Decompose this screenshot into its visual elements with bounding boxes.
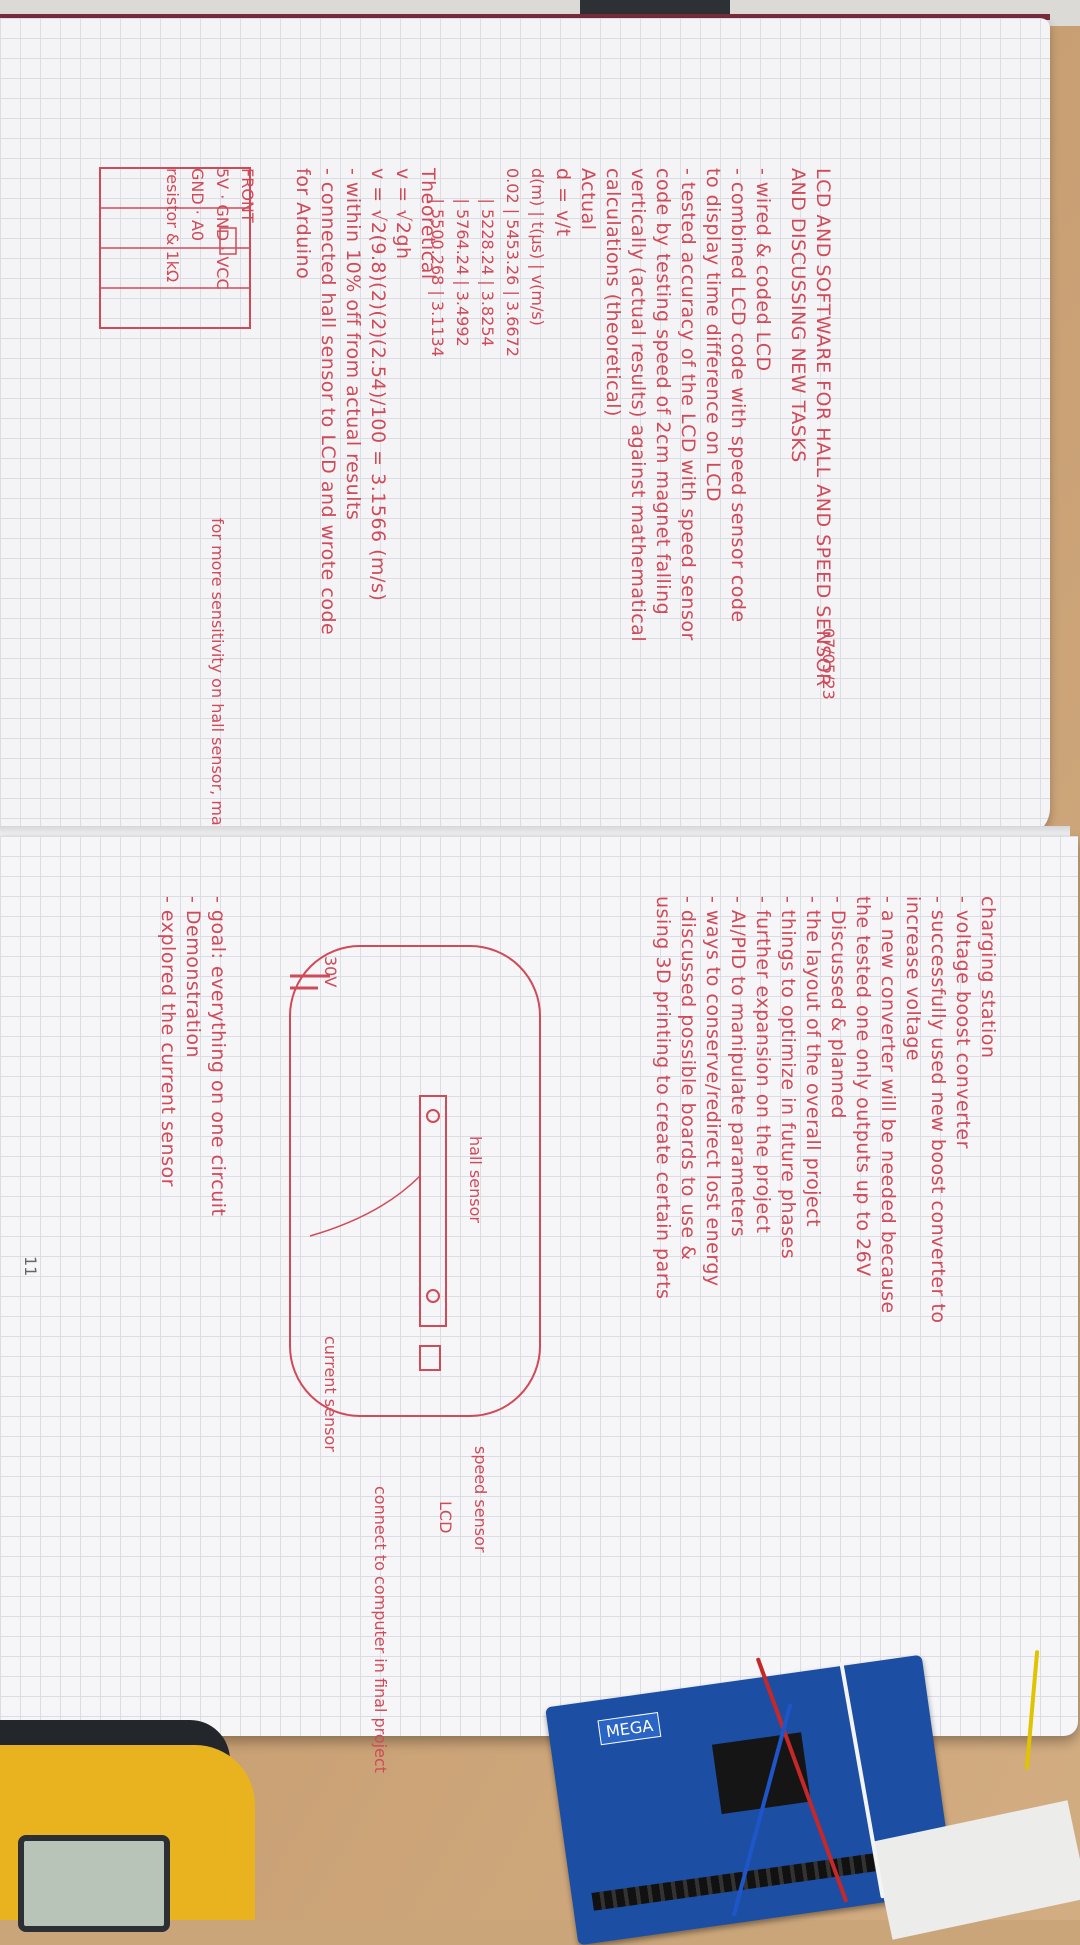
notes-goal: - goal: everything on one circuit - Demo…	[157, 896, 229, 1217]
notes-top: - wired & coded LCD - combined LCD code …	[552, 168, 774, 643]
notes-bottom: charging station - voltage boost convert…	[652, 896, 999, 1324]
diagram-labels: FRONT 5V · GND · VCC GND · A0 resistor &…	[163, 168, 257, 290]
notes-theory: Theoretical v = √2gh v = √2(9.8)(2)(2)(2…	[292, 168, 439, 636]
track-circuit-diagram	[289, 945, 541, 1417]
multimeter	[0, 1745, 255, 1932]
voltage-label: 30V	[321, 956, 340, 988]
multimeter-screen	[18, 1835, 170, 1932]
lcd-label: LCD	[436, 1501, 455, 1534]
subtitle-line: AND DISCUSSING NEW TASKS	[787, 168, 809, 463]
notebook-page-top: LCD AND SOFTWARE FOR HALL AND SPEED SENS…	[0, 18, 1050, 980]
measurement-table: d(m) | t(μs) | v(m/s) 0.02 | 5453.26 | 3…	[428, 168, 547, 357]
title-line: LCD AND SOFTWARE FOR HALL AND SPEED SENS…	[812, 168, 834, 687]
page-number: 11	[21, 1256, 40, 1277]
hall-sensor-label: hall sensor	[466, 1136, 485, 1223]
speed-sensor-label: speed sensor	[471, 1446, 490, 1553]
entry-title: LCD AND SOFTWARE FOR HALL AND SPEED SENS…	[785, 168, 835, 687]
current-sensor-label: current sensor	[321, 1336, 340, 1452]
board-headers	[591, 1847, 921, 1911]
board-label: MEGA	[597, 1711, 662, 1746]
connect-note: connect to computer in final project	[371, 1486, 390, 1774]
notebook-page-bottom: charging station - voltage boost convert…	[0, 836, 1078, 1773]
entry-date: 07/05/23	[819, 628, 838, 700]
